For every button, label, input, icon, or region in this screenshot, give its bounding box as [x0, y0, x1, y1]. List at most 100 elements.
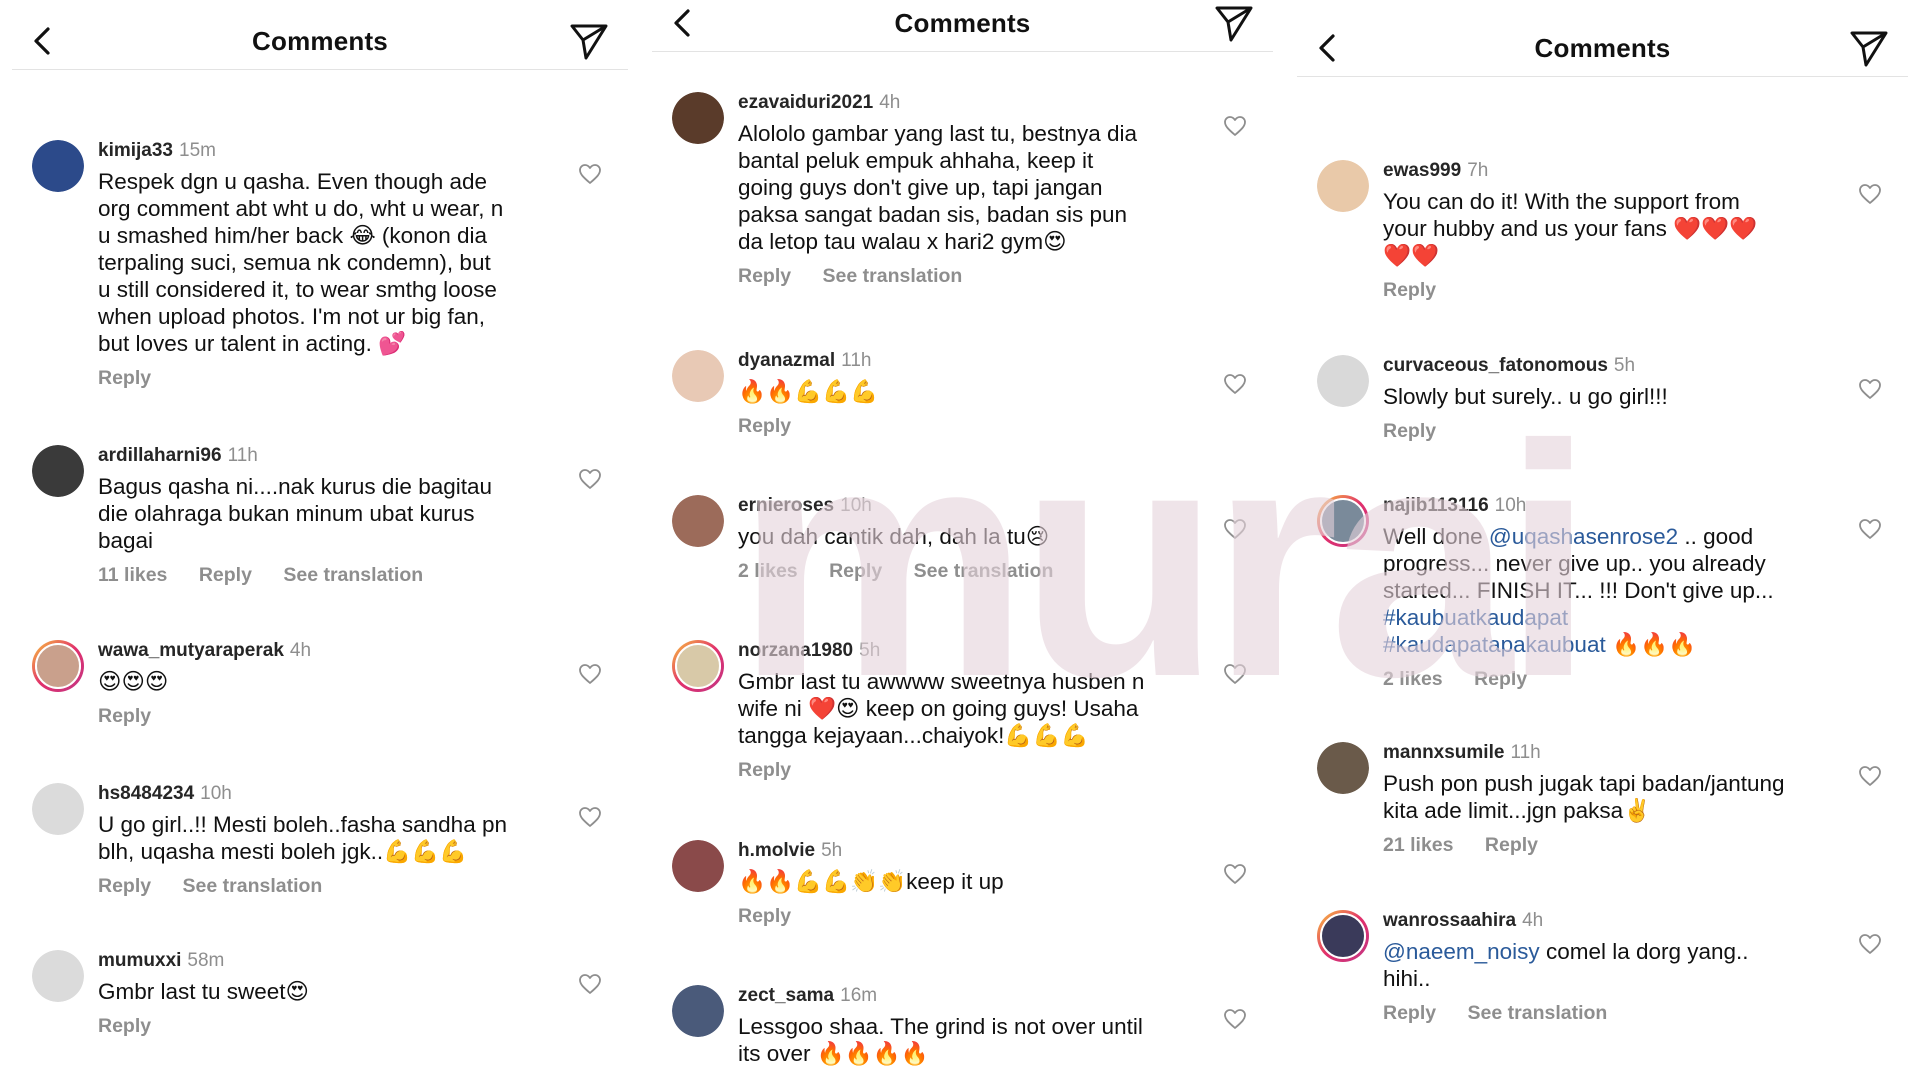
comment-username[interactable]: h.molvie	[738, 840, 815, 861]
send-icon[interactable]	[1848, 27, 1890, 69]
avatar[interactable]	[32, 950, 84, 1002]
comment-username[interactable]: wanrossaahira	[1383, 910, 1516, 931]
reply-button[interactable]: Reply	[98, 367, 151, 389]
comment-body: najib113116 10h Well done @uqashasenrose2…	[1383, 495, 1823, 691]
avatar[interactable]	[32, 445, 84, 497]
avatar[interactable]	[672, 92, 724, 144]
comment-text: Respek dgn u qasha. Even though ade org …	[98, 169, 504, 356]
likes-count[interactable]: 2 likes	[738, 560, 798, 582]
see-translation-button[interactable]: See translation	[1468, 1002, 1608, 1024]
likes-count[interactable]: 21 likes	[1383, 834, 1453, 856]
reply-button[interactable]: Reply	[98, 705, 151, 727]
comment-username[interactable]: zect_sama	[738, 985, 834, 1006]
avatar-image	[32, 140, 84, 192]
heart-outline-icon[interactable]	[1223, 1007, 1247, 1031]
avatar[interactable]	[32, 640, 84, 692]
reply-button[interactable]: Reply	[738, 759, 791, 781]
reply-button[interactable]: Reply	[199, 564, 252, 586]
see-translation-button[interactable]: See translation	[183, 875, 323, 897]
heart-outline-icon[interactable]	[1858, 764, 1882, 788]
hashtag-link[interactable]: #kaubuatkaudapat	[1383, 605, 1568, 630]
reply-button[interactable]: Reply	[738, 415, 791, 437]
avatar[interactable]	[32, 783, 84, 835]
avatar[interactable]	[672, 640, 724, 692]
reply-button[interactable]: Reply	[1474, 668, 1527, 690]
likes-count[interactable]: 11 likes	[98, 564, 167, 586]
heart-outline-icon[interactable]	[1223, 114, 1247, 138]
comment-username[interactable]: ewas999	[1383, 160, 1461, 181]
comment-username[interactable]: mumuxxi	[98, 950, 181, 971]
avatar-image	[1317, 742, 1369, 794]
heart-outline-icon[interactable]	[1223, 372, 1247, 396]
heart-outline-icon[interactable]	[578, 162, 602, 186]
comment-username[interactable]: ardillaharni96	[98, 445, 222, 466]
avatar[interactable]	[1317, 160, 1369, 212]
comment-username[interactable]: norzana1980	[738, 640, 853, 661]
comment-actions: 2 likes Reply	[1383, 668, 1823, 691]
heart-outline-icon[interactable]	[1223, 662, 1247, 686]
see-translation-button[interactable]: See translation	[914, 560, 1054, 582]
comments-panel-2: Comments ezavaiduri2021 4h Alololo gambar…	[640, 0, 1285, 1080]
comment-username[interactable]: mannxsumile	[1383, 742, 1504, 763]
reply-button[interactable]: Reply	[1383, 420, 1436, 442]
heart-outline-icon[interactable]	[578, 805, 602, 829]
reply-button[interactable]: Reply	[1485, 834, 1538, 856]
comment-text: 😍😍😍	[98, 669, 169, 694]
comments-panel-1: Comments kimija33 15m Respek dgn u qasha.…	[0, 0, 640, 1080]
comment-username[interactable]: dyanazmal	[738, 350, 835, 371]
avatar[interactable]	[1317, 742, 1369, 794]
comment-time: 58m	[187, 950, 225, 971]
page-title: Comments	[252, 26, 388, 56]
heart-outline-icon[interactable]	[578, 662, 602, 686]
heart-outline-icon[interactable]	[1223, 862, 1247, 886]
avatar-image	[675, 643, 721, 689]
reply-button[interactable]: Reply	[98, 875, 151, 897]
comment-time: 5h	[821, 840, 843, 861]
heart-outline-icon[interactable]	[1223, 517, 1247, 541]
comment-meta: mumuxxi 58m	[98, 950, 538, 972]
mention-link[interactable]: @naeem_noisy	[1383, 939, 1540, 964]
see-translation-button[interactable]: See translation	[823, 265, 963, 287]
reply-button[interactable]: Reply	[98, 1015, 151, 1037]
comments-header: Comments	[12, 10, 628, 70]
comment-username[interactable]: hs8484234	[98, 783, 194, 804]
comment-actions: Reply See translation	[738, 265, 1178, 288]
comment-body: ewas999 7h You can do it! With the suppor…	[1383, 160, 1823, 302]
avatar[interactable]	[1317, 495, 1369, 547]
heart-outline-icon[interactable]	[1858, 182, 1882, 206]
send-icon[interactable]	[1213, 2, 1255, 44]
avatar[interactable]	[1317, 910, 1369, 962]
avatar[interactable]	[32, 140, 84, 192]
reply-button[interactable]: Reply	[738, 265, 791, 287]
comment-username[interactable]: wawa_mutyaraperak	[98, 640, 284, 661]
mention-link[interactable]: @uqashasenrose2	[1489, 524, 1678, 549]
reply-button[interactable]: Reply	[1383, 279, 1436, 301]
comment-username[interactable]: ezavaiduri2021	[738, 92, 873, 113]
comment-meta: ardillaharni96 11h	[98, 445, 538, 467]
comment-username[interactable]: najib113116	[1383, 495, 1489, 516]
see-translation-button[interactable]: See translation	[283, 564, 423, 586]
comment-text: Gmbr last tu sweet😍	[98, 979, 310, 1004]
comment-username[interactable]: kimija33	[98, 140, 173, 161]
reply-button[interactable]: Reply	[829, 560, 882, 582]
heart-outline-icon[interactable]	[578, 467, 602, 491]
comment-username[interactable]: ernieroses	[738, 495, 834, 516]
reply-button[interactable]: Reply	[738, 905, 791, 927]
avatar[interactable]	[672, 495, 724, 547]
heart-outline-icon[interactable]	[1858, 932, 1882, 956]
avatar[interactable]	[672, 350, 724, 402]
comment-username[interactable]: curvaceous_fatonomous	[1383, 355, 1608, 376]
avatar[interactable]	[672, 985, 724, 1037]
avatar[interactable]	[672, 840, 724, 892]
heart-outline-icon[interactable]	[1858, 517, 1882, 541]
comment-time: 7h	[1467, 160, 1489, 181]
hashtag-link[interactable]: #kaudapatapakaubuat	[1383, 632, 1606, 657]
avatar[interactable]	[1317, 355, 1369, 407]
heart-outline-icon[interactable]	[1858, 377, 1882, 401]
reply-button[interactable]: Reply	[1383, 1002, 1436, 1024]
comment-meta: ernieroses 10h	[738, 495, 1178, 517]
send-icon[interactable]	[568, 20, 610, 62]
heart-outline-icon[interactable]	[578, 972, 602, 996]
comment-time: 16m	[840, 985, 878, 1006]
likes-count[interactable]: 2 likes	[1383, 668, 1443, 690]
